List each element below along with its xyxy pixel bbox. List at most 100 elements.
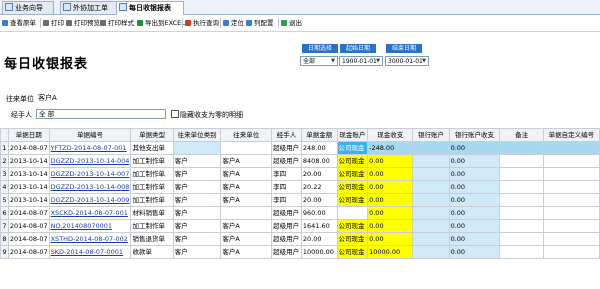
cell-doc-number[interactable]: NO.201408070001 — [48, 219, 132, 233]
table-row[interactable]: 7 2014-08-07 NO.201408070001 加工制作单 客户 客户… — [0, 219, 600, 233]
row-number: 8 — [0, 232, 9, 246]
table-row[interactable]: 2 2013-10-14 DGZZD-2013-10-14-004 加工制作单 … — [0, 154, 600, 168]
cell-custom-number — [542, 232, 600, 246]
tab-outsource-order[interactable]: 外协加工单 — [60, 1, 118, 14]
cell-amount: 248.00 — [300, 141, 338, 155]
cell-amount: 20.00 — [300, 193, 338, 207]
cell-unit: 客户A — [220, 180, 273, 194]
report-table: 单据日期 单据编号 单据类型 往来单位类别 往来单位 经手人 单据金额 现金账户… — [0, 128, 600, 259]
cell-cash-flow: 0.00 — [367, 232, 414, 246]
table-row[interactable]: 4 2013-10-14 DGZZD-2013-10-14-008 加工制作单 … — [0, 180, 600, 194]
cell-doc-number[interactable]: DGZZD-2013-10-14-008 — [48, 180, 132, 194]
col-header[interactable]: 单据类型 — [130, 128, 174, 142]
cell-unit: 客户A — [220, 232, 273, 246]
cell-doc-number[interactable]: XSCKD-2014-08-07-001 — [48, 206, 132, 220]
table-row[interactable]: 5 2013-10-14 DGZZD-2013-10-14-009 加工制作单 … — [0, 193, 600, 207]
run-query-button[interactable]: 执行查询 — [185, 18, 219, 28]
date-choice-label: 日期选择 — [302, 44, 338, 53]
col-header[interactable]: 银行账户 — [412, 128, 450, 142]
cell-doc-number[interactable]: SKD-2014-08-07-0001 — [48, 245, 132, 259]
columns-icon — [246, 20, 252, 26]
handler-field[interactable]: 全 部 — [36, 109, 166, 119]
cell-bank-flow: 0.00 — [448, 154, 501, 168]
cell-doc-number[interactable]: DGZZD-2013-10-14-004 — [48, 154, 132, 168]
cell-cash-account: 公司现金 — [336, 167, 369, 181]
cell-doc-type: 加工制作单 — [130, 167, 174, 181]
cell-doc-type: 加工制作单 — [130, 154, 174, 168]
cell-cash-flow: -248.00 — [367, 141, 414, 155]
col-header[interactable]: 备注 — [499, 128, 544, 142]
cell-cash-account: 公司现金 — [336, 180, 369, 194]
col-header[interactable]: 现金收支 — [367, 128, 414, 142]
tab-icon — [63, 3, 71, 11]
row-number: 1 — [0, 141, 9, 155]
col-header[interactable]: 单据自定义编号 — [542, 128, 600, 142]
cell-cash-account: 公司现金 — [336, 154, 369, 168]
toolbar-separator — [182, 18, 183, 28]
table-row[interactable]: 9 2014-08-07 SKD-2014-08-07-0001 收款单 客户 … — [0, 245, 600, 259]
cell-unit — [220, 206, 273, 220]
cell-doc-number[interactable]: XSTHD-2014-08-07-002 — [48, 232, 132, 246]
cell-bank-account — [412, 167, 450, 181]
col-header[interactable]: 单据金额 — [300, 128, 338, 142]
excel-icon — [137, 20, 143, 26]
cell-unit-type — [172, 141, 222, 155]
cell-bank-account — [412, 193, 450, 207]
cell-doc-number[interactable]: DGZZD-2013-10-14-007 — [48, 167, 132, 181]
cell-amount: 20.00 — [300, 232, 338, 246]
export-excel-button[interactable]: 导出到EXCEL — [137, 18, 185, 28]
col-header[interactable]: 银行账户收支 — [448, 128, 501, 142]
tab-daily-cash-report[interactable]: 每日收银报表 — [116, 1, 184, 15]
col-header[interactable]: 单据日期 — [7, 128, 50, 142]
cell-cash-account: 公司现金 — [336, 232, 369, 246]
table-row[interactable]: 8 2014-08-07 XSTHD-2014-08-07-002 销售退货单 … — [0, 232, 600, 246]
cell-custom-number — [542, 193, 600, 207]
cell-doc-type: 加工制作单 — [130, 180, 174, 194]
cell-bank-flow: 0.00 — [448, 193, 501, 207]
cell-unit-type: 客户 — [172, 219, 222, 233]
end-date-select[interactable]: 3000-01-01 ▼ — [385, 56, 429, 66]
cell-doc-number[interactable]: DGZZD-2013-10-14-009 — [48, 193, 132, 207]
locate-button[interactable]: 定位 — [223, 18, 244, 28]
cell-cash-flow: 0.00 — [367, 193, 414, 207]
cell-date: 2013-10-14 — [7, 154, 50, 168]
cell-remark — [499, 219, 544, 233]
cell-custom-number — [542, 180, 600, 194]
col-header[interactable]: 单据编号 — [48, 128, 132, 142]
toolbar-separator — [40, 18, 41, 28]
cell-bank-flow: 0.00 — [448, 141, 501, 155]
table-row[interactable]: 1 2014-08-07 YFTZD-2014-08-07-001 其他支出单 … — [0, 141, 600, 155]
table-header-row: 单据日期 单据编号 单据类型 往来单位类别 往来单位 经手人 单据金额 现金账户… — [0, 128, 600, 142]
cell-amount: 8408.00 — [300, 154, 338, 168]
print-button[interactable]: 打印 — [43, 18, 64, 28]
exit-button[interactable]: 退出 — [281, 18, 302, 28]
cell-unit-type: 客户 — [172, 167, 222, 181]
tab-business-guide[interactable]: 业务向导 — [2, 1, 54, 14]
col-header[interactable]: 往来单位 — [220, 128, 273, 142]
cell-bank-account — [412, 141, 450, 155]
cell-amount: 1641.60 — [300, 219, 338, 233]
cell-remark — [499, 206, 544, 220]
col-header[interactable]: 经手人 — [271, 128, 302, 142]
col-header[interactable]: 现金账户 — [336, 128, 369, 142]
view-original-button[interactable]: 查看原单 — [2, 18, 36, 28]
end-date-label: 结束日期 — [386, 44, 422, 53]
hide-zero-checkbox[interactable] — [171, 110, 179, 118]
unit-value[interactable]: 客户A — [38, 93, 57, 103]
cell-doc-number[interactable]: YFTZD-2014-08-07-001 — [48, 141, 132, 155]
date-choice-select[interactable]: 全部 ▼ — [300, 56, 338, 66]
print-preview-button[interactable]: 打印预览 — [66, 18, 100, 28]
table-row[interactable]: 3 2013-10-14 DGZZD-2013-10-14-007 加工制作单 … — [0, 167, 600, 181]
document-icon — [2, 20, 8, 26]
start-date-select[interactable]: 1900-01-01 ▼ — [339, 56, 383, 66]
cell-bank-flow: 0.00 — [448, 245, 501, 259]
row-number: 3 — [0, 167, 9, 181]
table-row[interactable]: 6 2014-08-07 XSCKD-2014-08-07-001 材料销售单 … — [0, 206, 600, 220]
tab-bar: 业务向导 外协加工单 每日收银报表 — [0, 0, 600, 15]
toolbar-separator — [220, 18, 221, 28]
print-style-button[interactable]: 打印样式 — [100, 18, 134, 28]
cell-handler: 超级用户 — [271, 219, 302, 233]
column-config-button[interactable]: 列配置 — [246, 18, 274, 28]
cell-date: 2013-10-14 — [7, 167, 50, 181]
col-header[interactable]: 往来单位类别 — [172, 128, 222, 142]
